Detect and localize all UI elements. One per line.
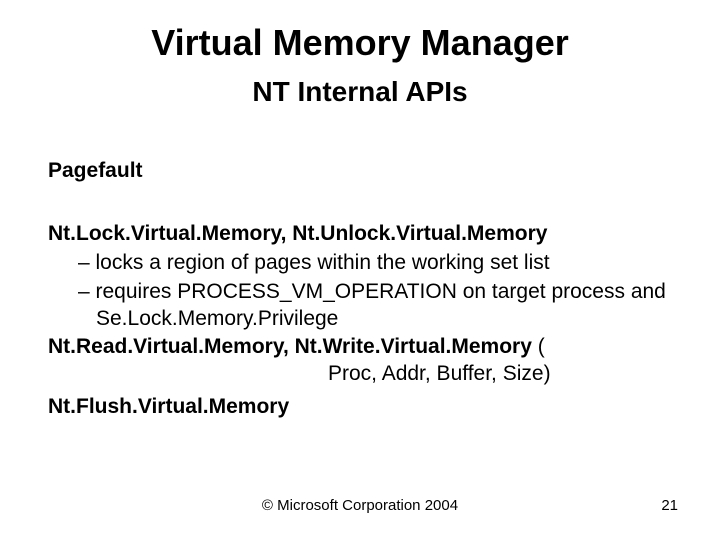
- bullet-lock-region: – locks a region of pages within the wor…: [48, 250, 672, 277]
- footer-copyright: © Microsoft Corporation 2004: [0, 497, 720, 514]
- slide-subtitle: NT Internal APIs: [0, 76, 720, 108]
- section-lock-apis: Nt.Lock.Virtual.Memory, Nt.Unlock.Virtua…: [48, 221, 672, 248]
- section-readwrite-line2: Proc, Addr, Buffer, Size): [48, 361, 672, 388]
- section-pagefault: Pagefault: [48, 158, 672, 185]
- section-readwrite-bold: Nt.Read.Virtual.Memory, Nt.Write.Virtual…: [48, 335, 532, 358]
- section-readwrite-line1: Nt.Read.Virtual.Memory, Nt.Write.Virtual…: [48, 334, 672, 361]
- section-readwrite-paren: (: [532, 335, 545, 358]
- page-number: 21: [661, 497, 678, 514]
- slide-title: Virtual Memory Manager: [0, 22, 720, 64]
- section-flush: Nt.Flush.Virtual.Memory: [48, 394, 672, 421]
- bullet-requires: – requires PROCESS_VM_OPERATION on targe…: [48, 279, 672, 333]
- slide: Virtual Memory Manager NT Internal APIs …: [0, 0, 720, 540]
- slide-body: Pagefault Nt.Lock.Virtual.Memory, Nt.Unl…: [48, 158, 672, 421]
